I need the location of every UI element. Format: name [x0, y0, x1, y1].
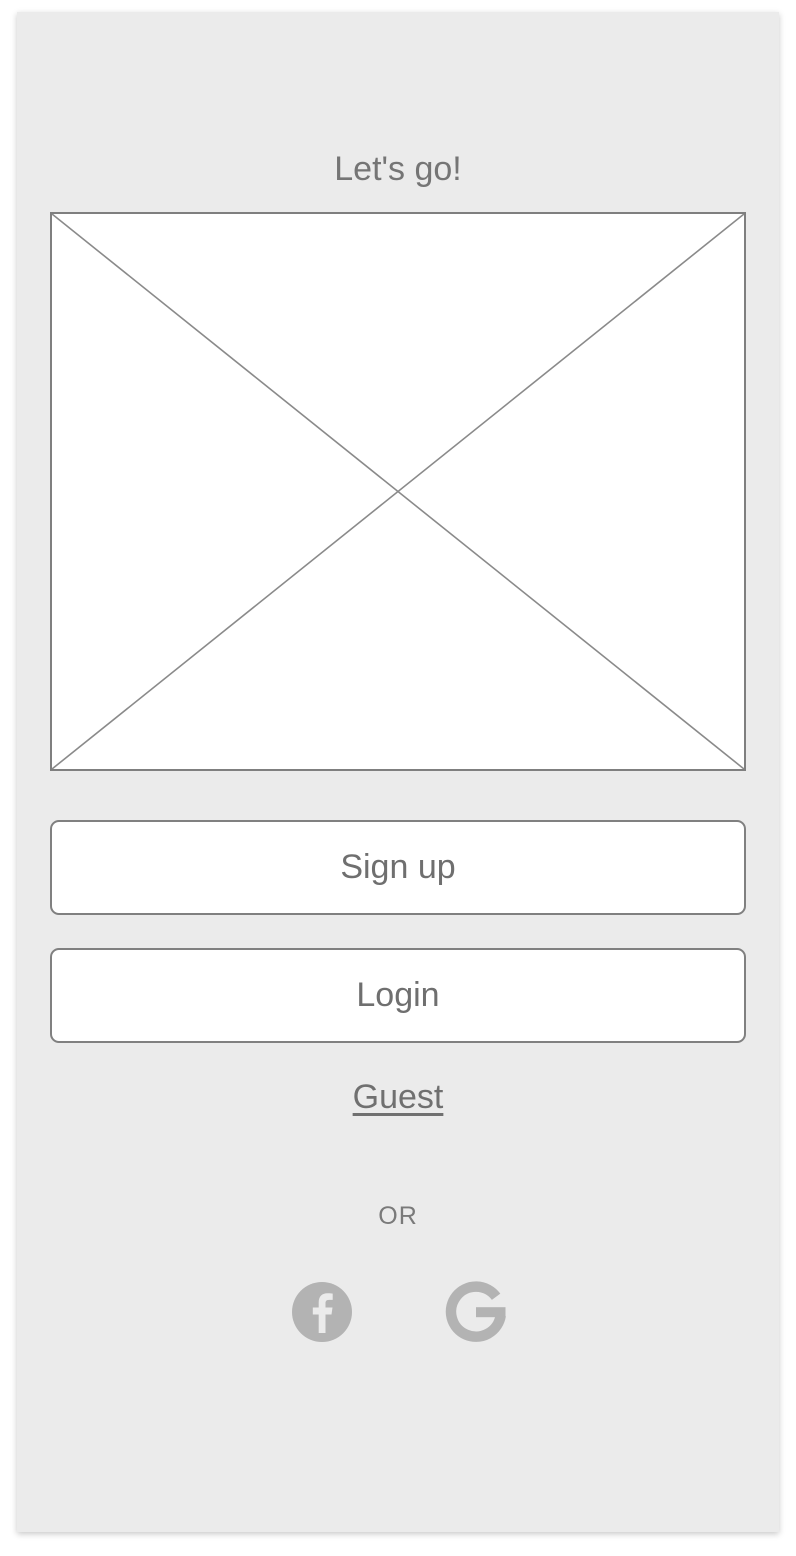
app-screen: Let's go! Sign up Login Guest OR	[17, 12, 779, 1532]
facebook-login-button[interactable]	[291, 1281, 353, 1343]
hero-image-placeholder	[50, 212, 746, 771]
login-button[interactable]: Login	[50, 948, 746, 1043]
or-divider: OR	[378, 1202, 418, 1230]
guest-link-container: Guest	[17, 1075, 779, 1119]
google-icon	[445, 1281, 506, 1342]
facebook-icon	[292, 1282, 352, 1342]
image-placeholder-icon	[52, 214, 744, 769]
guest-link[interactable]: Guest	[353, 1078, 444, 1116]
sign-up-button[interactable]: Sign up	[50, 820, 746, 915]
google-login-button[interactable]	[445, 1281, 507, 1343]
page-title: Let's go!	[334, 150, 462, 188]
